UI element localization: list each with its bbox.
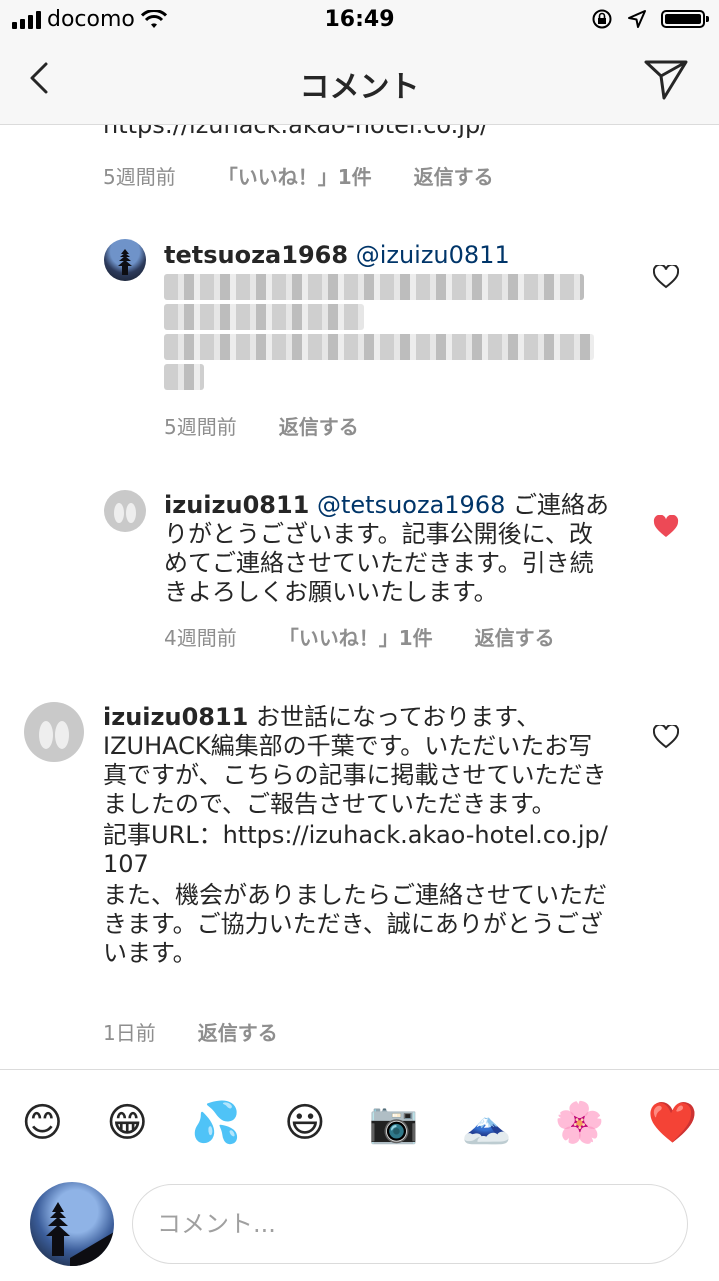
comment-time: 5週間前 (103, 165, 176, 189)
emoji-mountain-button[interactable]: 🗻 (462, 1098, 512, 1148)
status-right (591, 8, 709, 30)
reply-button[interactable]: 返信する (198, 1017, 278, 1046)
avatar-pagoda-icon (118, 249, 132, 275)
previous-comment-link[interactable]: https://izuhack.akao-hotel.co.jp/ (103, 125, 488, 139)
like-heart-icon[interactable] (653, 265, 679, 289)
comment: izuizu0811 お世話になっております、IZUHACK編集部の千葉です。い… (103, 703, 613, 968)
location-icon (628, 10, 646, 28)
like-heart-icon[interactable] (653, 725, 679, 749)
likes-count[interactable]: 「いいね！」1件 (279, 622, 433, 651)
likes-count[interactable]: 「いいね！」1件 (218, 161, 372, 190)
comment-time: 4週間前 (164, 626, 237, 650)
comment-mention[interactable]: @izuizu0811 (356, 241, 510, 269)
avatar-pagoda-icon (46, 1202, 114, 1266)
emoji-smile-button[interactable]: 😊 (22, 1098, 64, 1148)
comment-username[interactable]: tetsuoza1968 (164, 241, 348, 269)
comment-url-line[interactable]: 記事URL：https://izuhack.akao-hotel.co.jp/1… (103, 821, 613, 879)
comment-meta: 4週間前 「いいね！」1件 返信する (164, 622, 555, 651)
comment-time: 1日前 (103, 1021, 156, 1045)
comment-username[interactable]: izuizu0811 (103, 703, 248, 731)
battery-icon (661, 10, 709, 28)
reply-comment: tetsuoza1968 @izuizu0811 (164, 241, 604, 394)
avatar-footprints-icon (114, 503, 136, 523)
emoji-grin-button[interactable]: 😁 (106, 1098, 148, 1148)
emoji-camera-button[interactable]: 📷 (369, 1098, 419, 1148)
emoji-smiley-button[interactable]: 😃 (284, 1098, 326, 1148)
comment-username[interactable]: izuizu0811 (164, 491, 309, 519)
previous-comment-meta: 5週間前 「いいね！」1件 返信する (103, 161, 494, 190)
rotation-lock-icon (592, 9, 612, 29)
avatar[interactable] (104, 490, 146, 532)
emoji-blossom-button[interactable]: 🌸 (555, 1098, 605, 1148)
quick-emoji-bar: 😊 😁 💦 😃 📷 🗻 🌸 ❤️ (0, 1098, 719, 1148)
emoji-heart-button[interactable]: ❤️ (648, 1098, 698, 1148)
pixelated-line (164, 334, 594, 360)
avatar[interactable] (24, 702, 84, 762)
current-user-avatar (30, 1182, 114, 1266)
pixelated-text-block (164, 274, 604, 390)
comment-body: また、機会がありましたらご連絡させていただきます。ご協力いただき、誠にありがとう… (103, 881, 607, 967)
pixelated-line (164, 274, 584, 300)
send-direct-icon[interactable] (643, 56, 689, 102)
pixelated-line (164, 304, 364, 330)
status-bar: docomo 16:49 (0, 0, 719, 40)
reply-button[interactable]: 返信する (279, 411, 359, 440)
avatar-footprints-icon (39, 721, 69, 749)
reply-comment: izuizu0811 @tetsuoza1968 ご連絡ありがとうございます。記… (164, 491, 610, 607)
pixelated-line (164, 364, 204, 390)
comment-input[interactable] (132, 1184, 688, 1264)
comment-mention[interactable]: @tetsuoza1968 (317, 491, 505, 519)
comments-list[interactable]: https://izuhack.akao-hotel.co.jp/ 5週間前 「… (0, 125, 719, 1069)
reply-button[interactable]: 返信する (475, 622, 555, 651)
comment-input-bar: 😊 😁 💦 😃 📷 🗻 🌸 ❤️ (0, 1069, 719, 1281)
liked-heart-icon[interactable] (653, 515, 679, 539)
reply-button[interactable]: 返信する (414, 161, 494, 190)
comment-meta: 5週間前 返信する (164, 411, 359, 440)
emoji-sweat-drops-button[interactable]: 💦 (191, 1098, 241, 1148)
nav-bar: コメント (0, 40, 719, 125)
avatar[interactable] (104, 239, 146, 281)
page-title: コメント (299, 70, 420, 105)
comment-meta: 1日前 返信する (103, 1017, 278, 1046)
comment-time: 5週間前 (164, 415, 237, 439)
